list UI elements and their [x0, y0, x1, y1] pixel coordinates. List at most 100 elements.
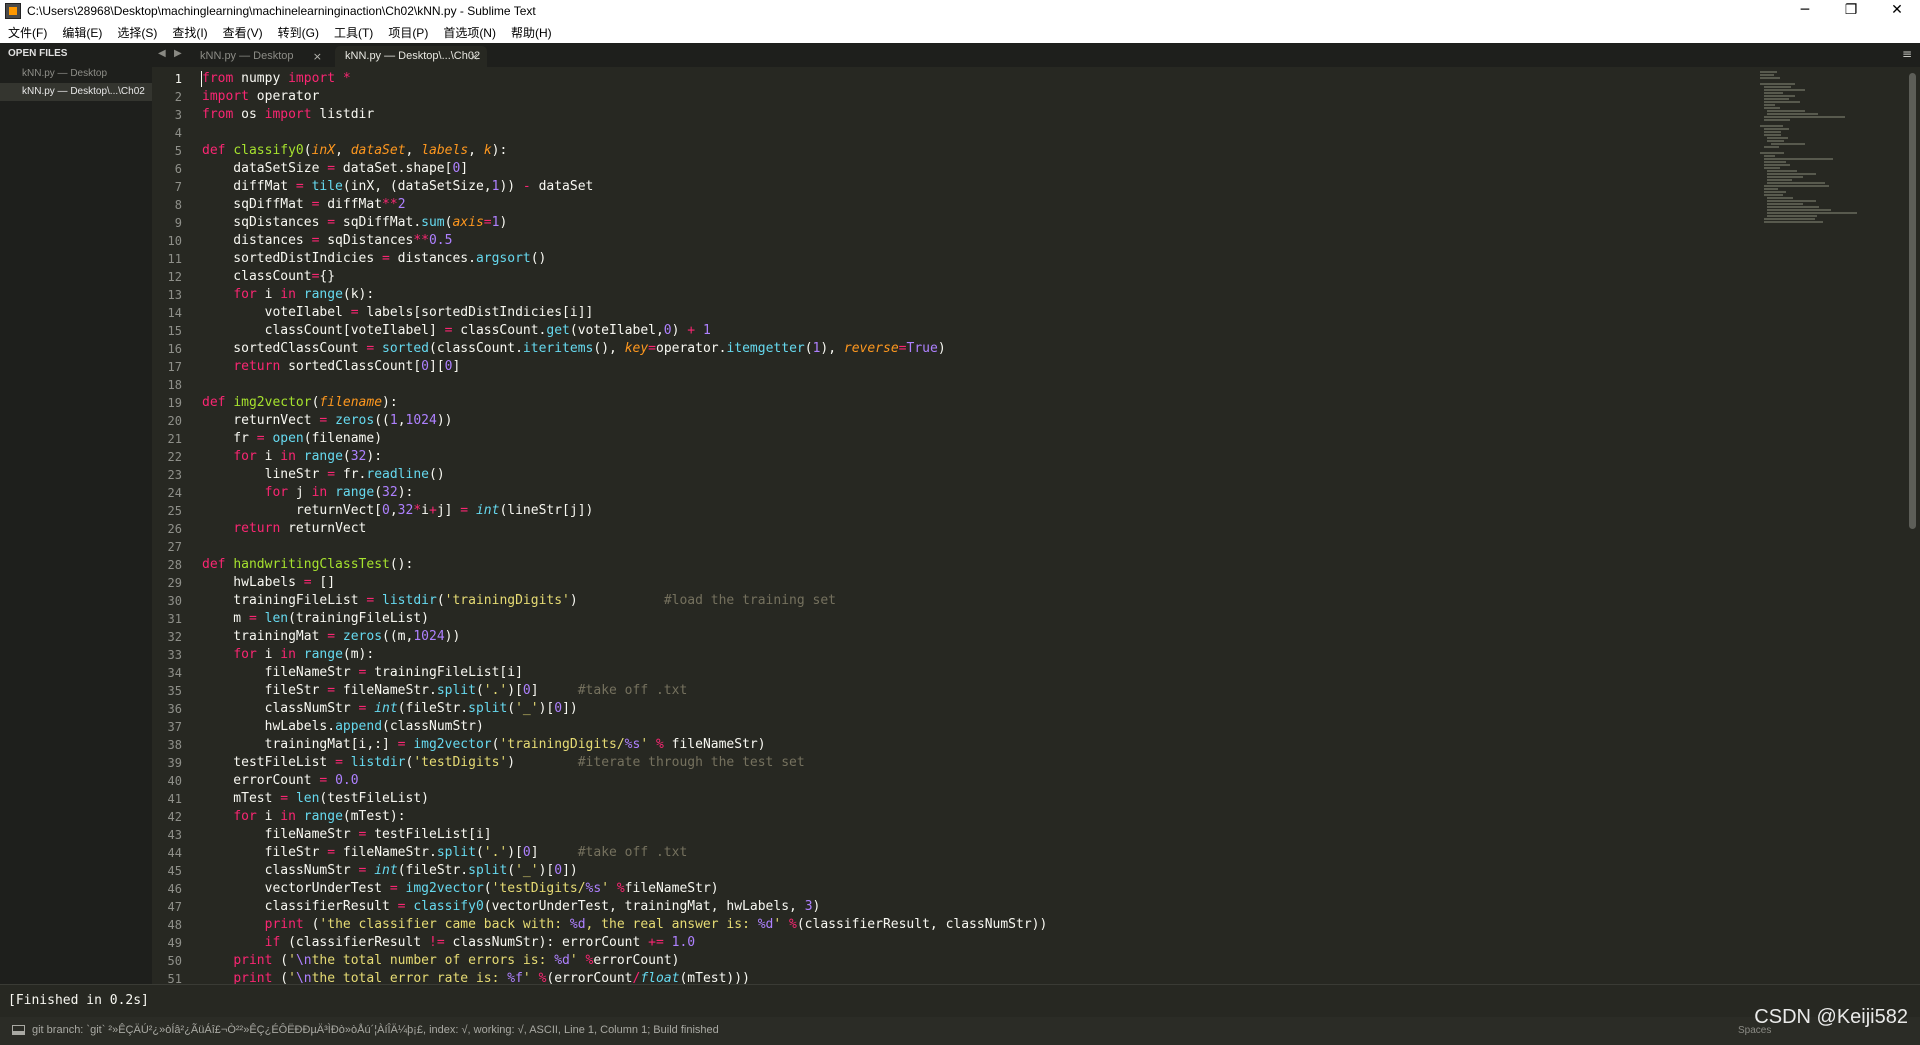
minimize-icon[interactable]: ─ — [1782, 0, 1828, 22]
code-line[interactable]: returnVect[0,32*i+j] = int(lineStr[j]) — [202, 502, 1772, 520]
code-line[interactable]: sortedDistIndicies = distances.argsort() — [202, 250, 1772, 268]
sidebar-file-desktop[interactable]: kNN.py — Desktop — [0, 65, 152, 83]
line-number: 9 — [174, 216, 182, 230]
code-line[interactable]: sqDistances = sqDiffMat.sum(axis=1) — [202, 214, 1772, 232]
minimap-line — [1763, 131, 1781, 133]
code-line[interactable]: classCount[voteIlabel] = classCount.get(… — [202, 322, 1772, 340]
code-line[interactable]: return sortedClassCount[0][0] — [202, 358, 1772, 376]
code-line[interactable]: for i in range(k): — [202, 286, 1772, 304]
code-line[interactable]: return returnVect — [202, 520, 1772, 538]
line-number: 36 — [167, 702, 182, 716]
code-line[interactable]: trainingMat[i,:] = img2vector('trainingD… — [202, 736, 1772, 754]
menu-find[interactable]: 查找(I) — [164, 24, 214, 41]
code-editor[interactable]: 1 2 3 4 5 6 7 8 9 10 11 12 13 14 15 16 17 18 19 20 21 22 23 24 2… — [152, 67, 1920, 984]
line-number: 32 — [167, 630, 182, 644]
menu-file[interactable]: 文件(F) — [0, 24, 54, 41]
menu-project[interactable]: 项目(P) — [380, 24, 435, 41]
panel-toggle-icon[interactable] — [12, 1025, 25, 1035]
tab-knn-ch02[interactable]: kNN.py — Desktop\...\Ch02 × — [335, 46, 487, 67]
line-number: 27 — [167, 540, 182, 554]
code-line[interactable]: hwLabels.append(classNumStr) — [202, 718, 1772, 736]
line-number: 23 — [167, 468, 182, 482]
code-line[interactable]: from os import listdir — [202, 106, 1772, 124]
line-number: 43 — [167, 828, 182, 842]
menu-view[interactable]: 查看(V) — [215, 24, 270, 41]
line-number: 41 — [167, 792, 182, 806]
code-line[interactable]: def handwritingClassTest(): — [202, 556, 1772, 574]
line-number: 35 — [167, 684, 182, 698]
vertical-scrollbar[interactable] — [1909, 73, 1916, 529]
menu-preferences[interactable]: 首选项(N) — [435, 24, 503, 41]
code-line[interactable] — [202, 538, 1772, 556]
code-line[interactable]: for j in range(32): — [202, 484, 1772, 502]
minimap-line — [1763, 221, 1823, 223]
code-line[interactable]: fileStr = fileNameStr.split('.')[0] #tak… — [202, 682, 1772, 700]
code-line[interactable]: print ('\nthe total error rate is: %f' %… — [202, 970, 1772, 984]
code-line[interactable]: trainingMat = zeros((m,1024)) — [202, 628, 1772, 646]
line-number: 45 — [167, 864, 182, 878]
code-line[interactable]: for i in range(m): — [202, 646, 1772, 664]
code-line[interactable] — [202, 124, 1772, 142]
tab-menu-icon[interactable]: ≡ — [1902, 47, 1912, 61]
menu-selection[interactable]: 选择(S) — [109, 24, 164, 41]
code-line[interactable]: dataSetSize = dataSet.shape[0] — [202, 160, 1772, 178]
tab-scroll-left-icon[interactable]: ◀ — [158, 48, 166, 59]
code-line[interactable]: def classify0(inX, dataSet, labels, k): — [202, 142, 1772, 160]
code-line[interactable]: testFileList = listdir('testDigits') #it… — [202, 754, 1772, 772]
minimap-line — [1763, 161, 1787, 163]
minimap-line — [1767, 176, 1804, 178]
code-line[interactable] — [202, 376, 1772, 394]
code-line[interactable]: voteIlabel = labels[sortedDistIndicies[i… — [202, 304, 1772, 322]
code-line[interactable]: vectorUnderTest = img2vector('testDigits… — [202, 880, 1772, 898]
code-line[interactable]: fileStr = fileNameStr.split('.')[0] #tak… — [202, 844, 1772, 862]
code-line[interactable]: classifierResult = classify0(vectorUnder… — [202, 898, 1772, 916]
minimap-line — [1767, 197, 1794, 199]
code-line[interactable]: distances = sqDistances**0.5 — [202, 232, 1772, 250]
menu-goto[interactable]: 转到(G) — [270, 24, 326, 41]
code-line[interactable]: print ('the classifier came back with: %… — [202, 916, 1772, 934]
code-line[interactable]: fileNameStr = testFileList[i] — [202, 826, 1772, 844]
restore-icon[interactable]: ❐ — [1828, 0, 1874, 22]
line-number: 44 — [167, 846, 182, 860]
sidebar-file-ch02[interactable]: kNN.py — Desktop\...\Ch02 — [0, 83, 152, 101]
code-line[interactable]: sortedClassCount = sorted(classCount.ite… — [202, 340, 1772, 358]
code-line[interactable]: fileNameStr = trainingFileList[i] — [202, 664, 1772, 682]
line-number: 1 — [174, 72, 182, 86]
code-area[interactable]: from numpy import * import operator from o… — [202, 70, 1772, 984]
code-line[interactable]: if (classifierResult != classNumStr): er… — [202, 934, 1772, 952]
code-line[interactable]: print ('\nthe total number of errors is:… — [202, 952, 1772, 970]
code-line[interactable]: m = len(trainingFileList) — [202, 610, 1772, 628]
tab-close-icon[interactable]: × — [470, 46, 479, 67]
tab-label: kNN.py — Desktop\...\Ch02 — [345, 50, 481, 62]
code-line[interactable]: for i in range(32): — [202, 448, 1772, 466]
code-line[interactable]: trainingFileList = listdir('trainingDigi… — [202, 592, 1772, 610]
code-line[interactable]: classNumStr = int(fileStr.split('_')[0]) — [202, 700, 1772, 718]
code-line[interactable]: def img2vector(filename): — [202, 394, 1772, 412]
code-line[interactable]: mTest = len(testFileList) — [202, 790, 1772, 808]
minimap-line — [1767, 182, 1825, 184]
code-line[interactable]: returnVect = zeros((1,1024)) — [202, 412, 1772, 430]
minimap-line — [1763, 155, 1776, 157]
code-line[interactable]: lineStr = fr.readline() — [202, 466, 1772, 484]
line-number: 16 — [167, 342, 182, 356]
code-line[interactable]: classCount={} — [202, 268, 1772, 286]
tab-scroll-right-icon[interactable]: ▶ — [174, 48, 182, 59]
code-line[interactable]: classNumStr = int(fileStr.split('_')[0]) — [202, 862, 1772, 880]
code-line[interactable]: hwLabels = [] — [202, 574, 1772, 592]
window-controls: ─ ❐ ✕ — [1782, 0, 1920, 22]
menu-tools[interactable]: 工具(T) — [326, 24, 380, 41]
code-line[interactable]: sqDiffMat = diffMat**2 — [202, 196, 1772, 214]
minimap[interactable] — [1760, 71, 1870, 223]
code-line[interactable]: for i in range(mTest): — [202, 808, 1772, 826]
code-line[interactable]: errorCount = 0.0 — [202, 772, 1772, 790]
code-line[interactable]: fr = open(filename) — [202, 430, 1772, 448]
code-line[interactable]: from numpy import * — [202, 70, 1772, 88]
code-line[interactable]: import operator — [202, 88, 1772, 106]
menu-edit[interactable]: 编辑(E) — [54, 24, 109, 41]
tab-close-icon[interactable]: × — [313, 46, 322, 67]
code-line[interactable]: diffMat = tile(inX, (dataSetSize,1)) - d… — [202, 178, 1772, 196]
close-icon[interactable]: ✕ — [1874, 0, 1920, 22]
menu-help[interactable]: 帮助(H) — [503, 24, 559, 41]
tab-knn-desktop[interactable]: kNN.py — Desktop × — [190, 46, 330, 67]
build-output-panel: [Finished in 0.2s] — [0, 984, 1920, 1017]
